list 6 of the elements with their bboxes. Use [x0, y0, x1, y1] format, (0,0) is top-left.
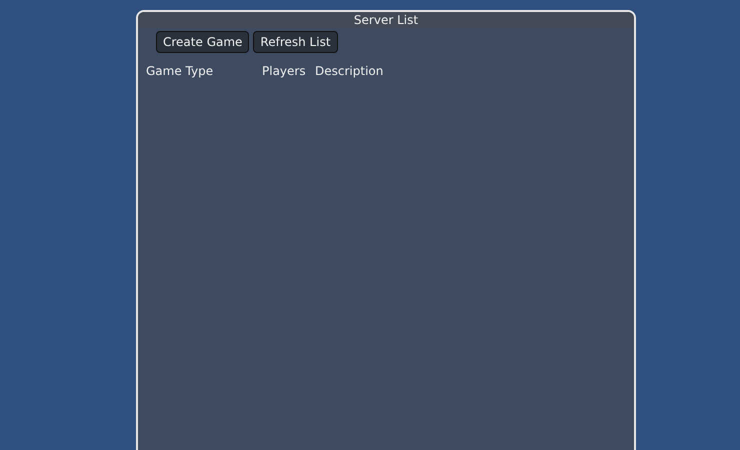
toolbar-button[interactable]: Refresh List — [253, 31, 338, 53]
column-header: Players — [262, 64, 307, 78]
toolbar-button[interactable]: Create Game — [156, 31, 250, 53]
window-title: Server List — [138, 12, 634, 28]
column-header: Game Type — [146, 64, 214, 78]
column-header: Description — [315, 64, 384, 78]
